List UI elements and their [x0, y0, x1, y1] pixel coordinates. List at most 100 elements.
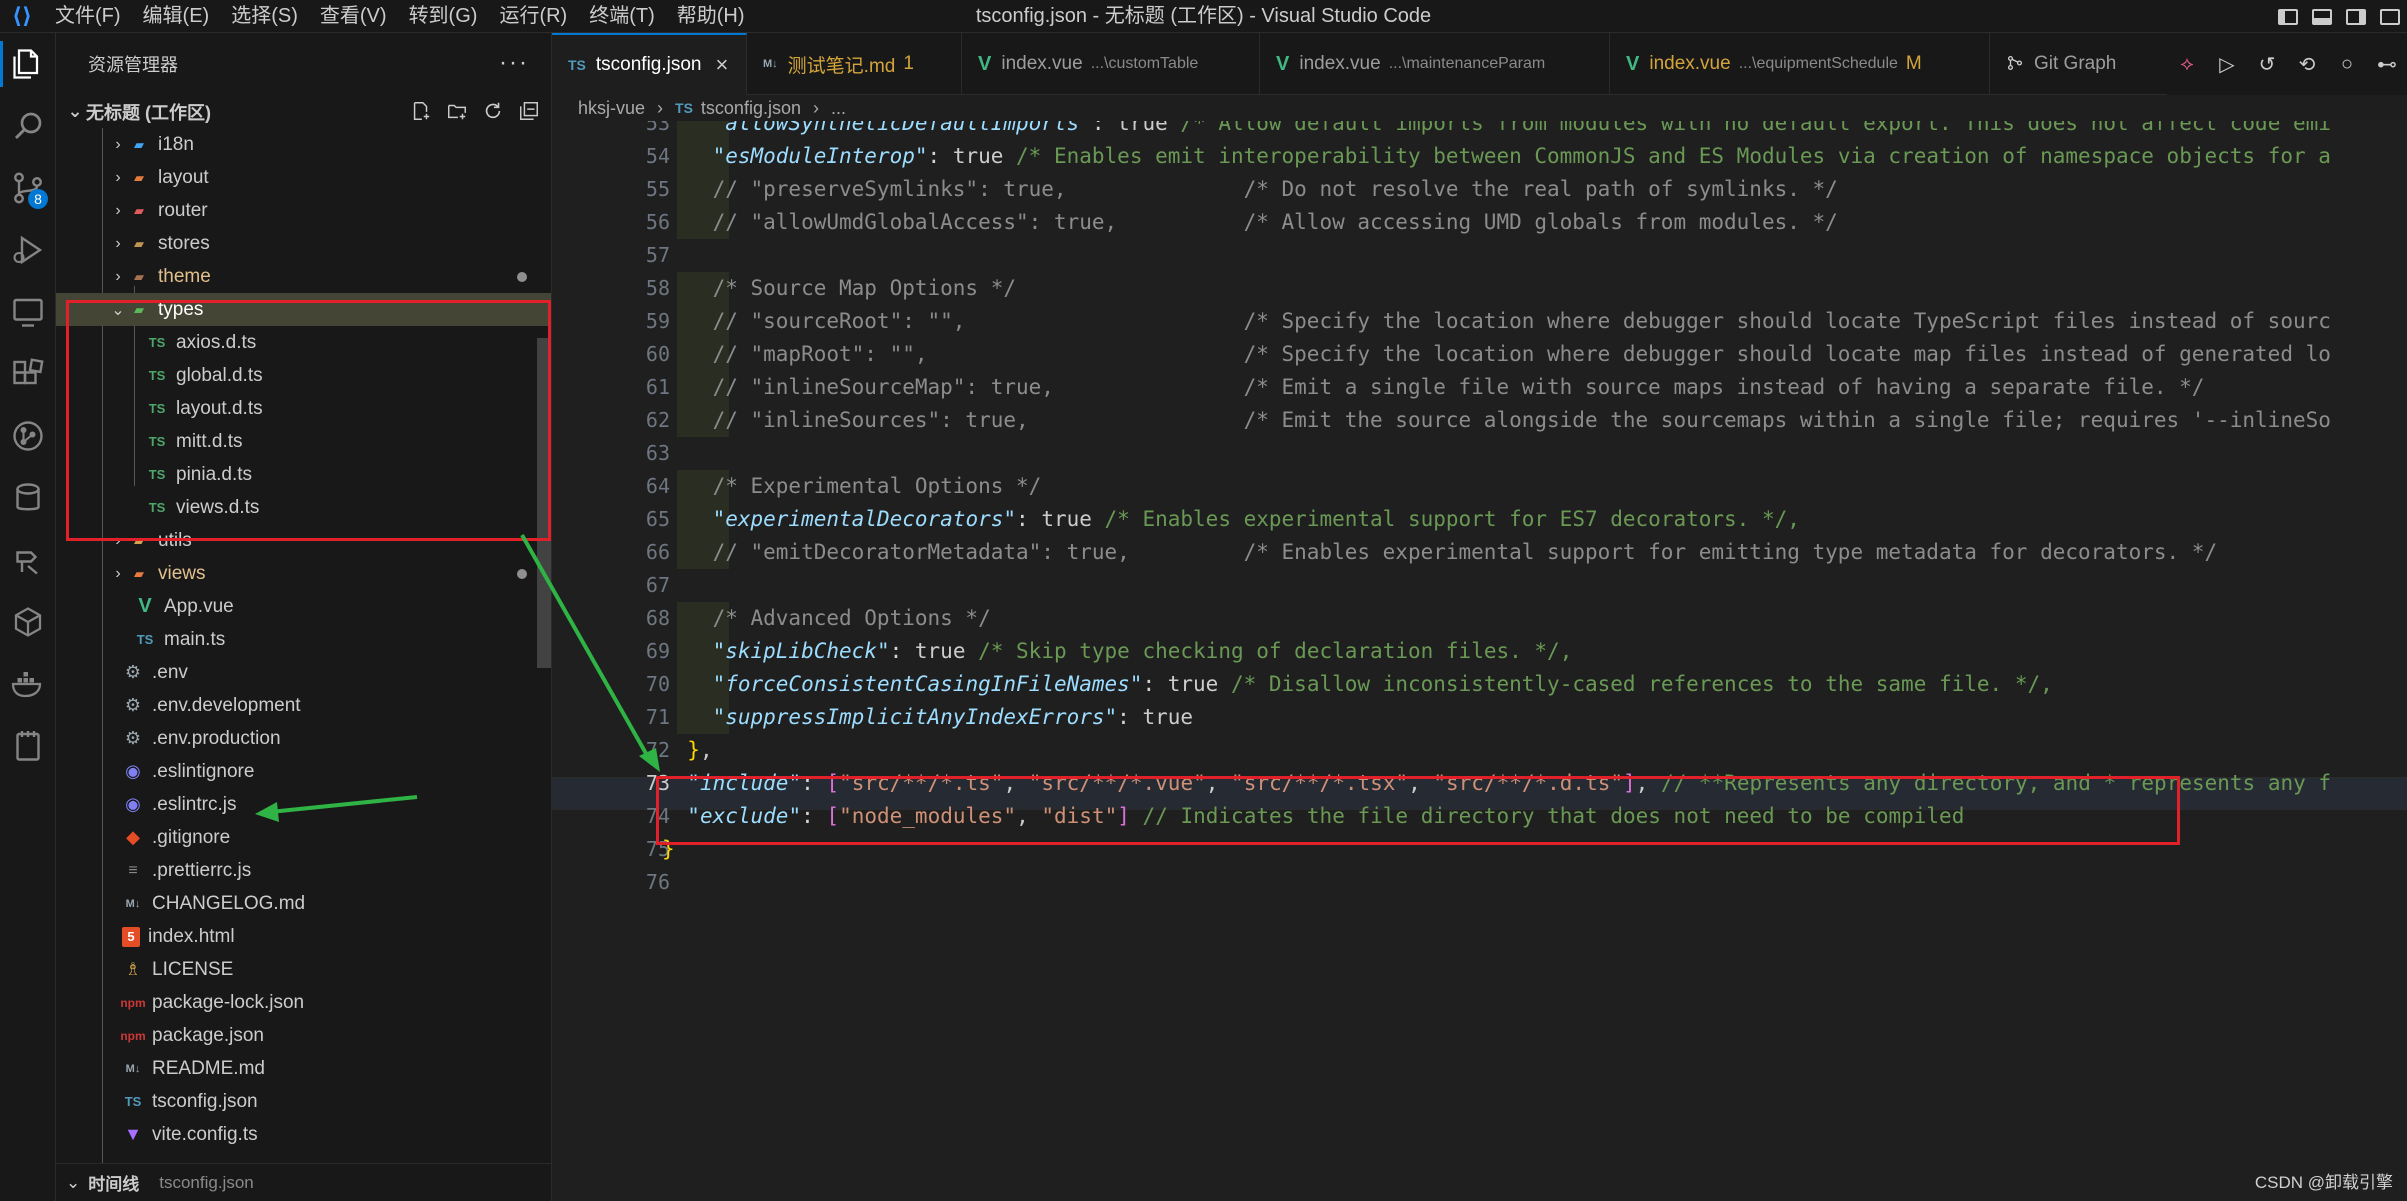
- menu-selection[interactable]: 选择(S): [220, 0, 309, 33]
- tree-file-readme-md[interactable]: M↓ README.md: [56, 1052, 551, 1085]
- tree-file-eslintrc-js[interactable]: ◉ .eslintrc.js: [56, 788, 551, 821]
- tree-folder-theme[interactable]: › ▰ theme: [56, 260, 551, 293]
- tree-folder-i18n[interactable]: › ▰ i18n: [56, 128, 551, 161]
- menu-help[interactable]: 帮助(H): [666, 0, 756, 33]
- code-line[interactable]: },: [662, 734, 712, 767]
- tree-folder-stores[interactable]: › ▰ stores: [56, 227, 551, 260]
- extensions-icon[interactable]: [0, 343, 56, 405]
- menu-go[interactable]: 转到(G): [398, 0, 489, 33]
- cube-icon[interactable]: [0, 591, 56, 653]
- tree-file-env[interactable]: ⚙ .env: [56, 656, 551, 689]
- more-actions-icon[interactable]: ···: [499, 49, 529, 77]
- breadcrumb-file[interactable]: tsconfig.json: [701, 98, 801, 119]
- toggle-panel-icon[interactable]: [2305, 0, 2339, 33]
- timeline-panel[interactable]: ⌄ 时间线 tsconfig.json: [56, 1163, 551, 1201]
- new-folder-icon[interactable]: [445, 99, 469, 123]
- explorer-icon[interactable]: [0, 33, 56, 95]
- tree-file-app-vue[interactable]: V App.vue: [56, 590, 551, 623]
- menu-view[interactable]: 查看(V): [309, 0, 398, 33]
- code-line[interactable]: "allowSyntheticDefaultImports": true /* …: [662, 121, 2331, 140]
- chevron-right-icon: ›: [115, 201, 121, 219]
- testing-icon[interactable]: [0, 529, 56, 591]
- code-area[interactable]: "allowSyntheticDefaultImports": true /* …: [662, 121, 2407, 1201]
- workspace-header[interactable]: ⌄ 无标题 (工作区): [56, 95, 551, 128]
- line-number: 75: [645, 837, 670, 861]
- code-editor[interactable]: 53 54 55 56 57 58 59 60 61 62 63 64 65 66 67 68 69 70 71 72…: [552, 121, 2407, 1201]
- go-back-icon[interactable]: ⟲: [2287, 44, 2327, 84]
- tree-file-prettierrc-js[interactable]: ≡ .prettierrc.js: [56, 854, 551, 887]
- breadcrumb-symbol[interactable]: ...: [831, 98, 846, 119]
- tree-file-vite-config-ts[interactable]: ▼ vite.config.ts: [56, 1118, 551, 1151]
- history-icon[interactable]: ↺: [2247, 44, 2287, 84]
- code-line[interactable]: // "allowUmdGlobalAccess": true, /* Allo…: [662, 206, 1838, 239]
- tree-file-env-development[interactable]: ⚙ .env.development: [56, 689, 551, 722]
- code-line[interactable]: // "mapRoot": "", /* Specify the locatio…: [662, 338, 2331, 371]
- collapse-all-icon[interactable]: [517, 99, 541, 123]
- docker-icon[interactable]: [0, 653, 56, 715]
- timeline-file: tsconfig.json: [159, 1172, 254, 1192]
- toggle-action-icon[interactable]: ⊷: [2367, 44, 2407, 84]
- code-line[interactable]: // "emitDecoratorMetadata": true, /* Ena…: [662, 536, 2218, 569]
- code-line[interactable]: "experimentalDecorators": true /* Enable…: [662, 503, 1800, 536]
- run-icon[interactable]: ▷: [2207, 44, 2247, 84]
- customize-layout-icon[interactable]: [2373, 0, 2407, 33]
- tsconfig-icon: TS: [124, 1094, 142, 1109]
- code-line[interactable]: "esModuleInterop": true /* Enables emit …: [662, 140, 2331, 173]
- annotation-box-types-folder: [66, 300, 551, 541]
- vue-icon: V: [1626, 52, 1640, 75]
- tab-label: index.vue: [1001, 53, 1083, 74]
- new-file-icon[interactable]: [409, 99, 433, 123]
- tree-folder-views[interactable]: › ▰ views: [56, 557, 551, 590]
- tree-file-env-production[interactable]: ⚙ .env.production: [56, 722, 551, 755]
- code-line[interactable]: /* Advanced Options */: [662, 602, 991, 635]
- line-number: 74: [645, 804, 670, 828]
- tab-test-notes-md[interactable]: M↓ 测试笔记.md 1: [747, 33, 962, 95]
- git-graph-activity-icon[interactable]: [0, 405, 56, 467]
- tree-file-package-json[interactable]: npm package.json: [56, 1019, 551, 1052]
- toggle-sidebar-icon[interactable]: [2271, 0, 2305, 33]
- tab-git-graph[interactable]: Git Graph: [1990, 33, 2175, 95]
- source-control-action-icon[interactable]: ○: [2327, 44, 2367, 84]
- tree-file-main-ts[interactable]: TS main.ts: [56, 623, 551, 656]
- tree-file-tsconfig-json[interactable]: TS tsconfig.json: [56, 1085, 551, 1118]
- remote-explorer-icon[interactable]: [0, 281, 56, 343]
- code-line[interactable]: "skipLibCheck": true /* Skip type checki…: [662, 635, 1573, 668]
- code-line[interactable]: // "sourceRoot": "", /* Specify the loca…: [662, 305, 2331, 338]
- breadcrumb-folder[interactable]: hksj-vue: [578, 98, 645, 119]
- line-number: 65: [645, 507, 670, 531]
- tab-tsconfig-json[interactable]: TS tsconfig.json ×: [552, 33, 747, 95]
- code-line[interactable]: /* Experimental Options */: [662, 470, 1042, 503]
- database-icon[interactable]: [0, 467, 56, 529]
- refresh-icon[interactable]: [481, 99, 505, 123]
- tab-index-vue-equipmentschedule[interactable]: V index.vue ...\equipmentSchedule M: [1610, 33, 1990, 95]
- compare-icon[interactable]: ⟡: [2167, 44, 2207, 84]
- code-line[interactable]: "forceConsistentCasingInFileNames": true…: [662, 668, 2053, 701]
- notebook-icon[interactable]: [0, 715, 56, 777]
- code-line[interactable]: // "inlineSources": true, /* Emit the so…: [662, 404, 2331, 437]
- menu-run[interactable]: 运行(R): [488, 0, 578, 33]
- line-number: 54: [645, 144, 670, 168]
- menu-file[interactable]: 文件(F): [44, 0, 132, 33]
- menu-terminal[interactable]: 终端(T): [578, 0, 666, 33]
- tree-file-index-html[interactable]: 5 index.html: [56, 920, 551, 953]
- tree-folder-layout[interactable]: › ▰ layout: [56, 161, 551, 194]
- run-debug-icon[interactable]: [0, 219, 56, 281]
- menu-edit[interactable]: 编辑(E): [132, 0, 221, 33]
- tree-folder-router[interactable]: › ▰ router: [56, 194, 551, 227]
- line-number: 64: [645, 474, 670, 498]
- code-line[interactable]: "suppressImplicitAnyIndexErrors": true: [662, 701, 1193, 734]
- search-icon[interactable]: [0, 95, 56, 157]
- tab-index-vue-customtable[interactable]: V index.vue ...\customTable: [962, 33, 1260, 95]
- tab-index-vue-maintenanceparam[interactable]: V index.vue ...\maintenanceParam: [1260, 33, 1610, 95]
- tree-file-eslintignore[interactable]: ◉ .eslintignore: [56, 755, 551, 788]
- tree-file-changelog-md[interactable]: M↓ CHANGELOG.md: [56, 887, 551, 920]
- code-line[interactable]: // "inlineSourceMap": true, /* Emit a si…: [662, 371, 2205, 404]
- close-icon[interactable]: ×: [716, 52, 729, 78]
- source-control-icon[interactable]: 8: [0, 157, 56, 219]
- tree-file-gitignore[interactable]: ◆ .gitignore: [56, 821, 551, 854]
- code-line[interactable]: // "preserveSymlinks": true, /* Do not r…: [662, 173, 1838, 206]
- toggle-secondary-sidebar-icon[interactable]: [2339, 0, 2373, 33]
- tree-file-license[interactable]: ♗ LICENSE: [56, 953, 551, 986]
- code-line[interactable]: /* Source Map Options */: [662, 272, 1016, 305]
- tree-file-package-lock-json[interactable]: npm package-lock.json: [56, 986, 551, 1019]
